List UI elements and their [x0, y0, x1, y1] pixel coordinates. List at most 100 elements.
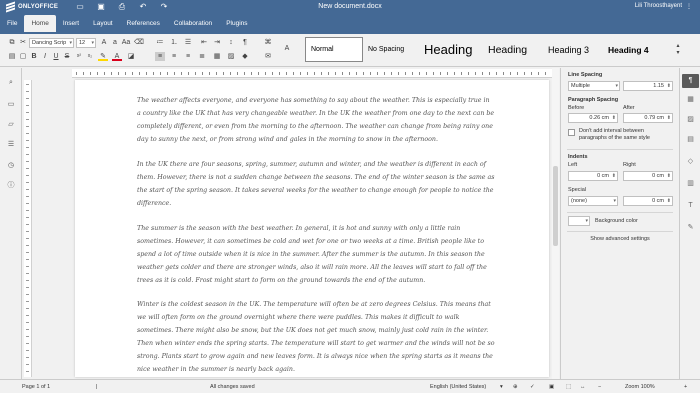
shape-settings-icon[interactable]: ◇: [685, 156, 696, 167]
decrease-indent-icon[interactable]: ⇤: [199, 38, 209, 47]
style-normal[interactable]: Normal: [305, 37, 363, 62]
tab-layout[interactable]: Layout: [86, 15, 120, 32]
line-spacing-value-input[interactable]: 1.15 ⬍: [623, 81, 673, 91]
page-prev-icon[interactable]: |: [96, 384, 97, 390]
multilevel-icon[interactable]: ☰: [183, 38, 193, 47]
text-language-icon[interactable]: ⊕: [513, 384, 518, 390]
bullets-icon[interactable]: ≔: [155, 38, 165, 47]
chat-icon[interactable]: ▱: [6, 120, 16, 130]
spacing-before-input[interactable]: 0.26 cm ⬍: [568, 113, 618, 123]
left-indent-input[interactable]: 0 cm ⬍: [568, 171, 618, 181]
special-indent-amount-input[interactable]: 0 cm ⬍: [623, 196, 673, 206]
feedback-icon[interactable]: ◷: [6, 161, 16, 171]
fit-width-icon[interactable]: ↔: [580, 384, 586, 390]
search-icon[interactable]: ⌕: [6, 78, 16, 88]
tab-insert[interactable]: Insert: [56, 15, 86, 32]
fit-page-icon[interactable]: ⬚: [566, 384, 571, 390]
strikethrough-icon[interactable]: S: [62, 52, 72, 61]
user-menu-icon[interactable]: ⋮: [686, 3, 692, 10]
zoom-out-icon[interactable]: −: [598, 384, 601, 390]
divider: [567, 149, 673, 150]
scrollbar-thumb[interactable]: [553, 166, 558, 246]
subscript-icon[interactable]: x₂: [85, 52, 95, 61]
navigation-icon[interactable]: ☰: [6, 140, 16, 150]
align-center-icon[interactable]: ≡: [169, 52, 179, 61]
page-counter[interactable]: Page 1 of 1: [22, 384, 50, 390]
background-color-picker[interactable]: ▾: [568, 216, 590, 226]
paragraph-4[interactable]: Winter is the coldest season in the UK. …: [137, 298, 495, 376]
increase-font-icon[interactable]: A: [99, 38, 109, 47]
align-left-icon[interactable]: ≡: [155, 52, 165, 61]
style-no-spacing[interactable]: No Spacing: [363, 37, 419, 62]
line-spacing-icon[interactable]: ↕: [226, 38, 236, 47]
mail-merge-icon[interactable]: ✉: [263, 52, 273, 61]
show-advanced-settings-link[interactable]: Show advanced settings: [561, 236, 679, 242]
change-case-icon[interactable]: Aa: [121, 38, 131, 47]
paragraph-2[interactable]: In the UK there are four seasons, spring…: [137, 158, 495, 210]
paste-icon[interactable]: ▤: [7, 52, 17, 61]
tab-collaboration[interactable]: Collaboration: [167, 15, 219, 32]
justify-icon[interactable]: ≣: [197, 52, 207, 61]
language-dropdown-icon[interactable]: ▾: [500, 384, 503, 390]
user-area[interactable]: Lili Throosthayent ⋮: [635, 3, 692, 10]
language-selector[interactable]: English (United States): [430, 384, 486, 390]
image-settings-icon[interactable]: ▨: [685, 114, 696, 125]
spacing-after-input[interactable]: 0.79 cm ⬍: [623, 113, 673, 123]
styles-more-icon[interactable]: ▴ ▾: [666, 42, 690, 58]
insert-image-icon[interactable]: ▨: [226, 52, 236, 61]
clear-style-icon[interactable]: ⌫: [134, 38, 144, 47]
tab-plugins[interactable]: Plugins: [219, 15, 254, 32]
decrease-font-icon[interactable]: a: [110, 38, 120, 47]
zoom-in-icon[interactable]: +: [684, 384, 687, 390]
document-page[interactable]: The weather affects everyone, and everyo…: [75, 80, 549, 377]
header-footer-icon[interactable]: ▤: [685, 134, 696, 145]
style-heading-1[interactable]: Heading: [419, 37, 483, 62]
paragraph-1[interactable]: The weather affects everyone, and everyo…: [137, 94, 495, 146]
line-spacing-type-select[interactable]: Multiple ▾: [568, 81, 620, 91]
text-art-icon[interactable]: A: [282, 44, 292, 53]
insert-table-icon[interactable]: ▦: [212, 52, 222, 61]
user-name[interactable]: Lili Throosthayent: [635, 3, 682, 10]
signature-settings-icon[interactable]: ✎: [685, 222, 696, 233]
cut-icon[interactable]: ✂: [18, 38, 28, 47]
horizontal-ruler[interactable]: [72, 69, 552, 78]
special-indent-select[interactable]: (none) ▾: [568, 196, 618, 206]
nonprinting-icon[interactable]: ¶: [240, 38, 250, 47]
chart-settings-icon[interactable]: ▥: [685, 178, 696, 189]
align-right-icon[interactable]: ≡: [183, 52, 193, 61]
paragraph-shading-icon[interactable]: ◪: [126, 52, 136, 61]
vertical-scrollbar[interactable]: [552, 68, 559, 379]
bold-icon[interactable]: B: [29, 52, 39, 61]
tab-home[interactable]: Home: [24, 15, 56, 32]
copy-icon[interactable]: ⧉: [7, 38, 17, 47]
italic-icon[interactable]: I: [40, 52, 50, 61]
font-size-select[interactable]: 12: [76, 38, 96, 48]
paragraph-settings-icon[interactable]: ¶: [682, 74, 699, 88]
highlight-icon[interactable]: ✎: [98, 52, 108, 61]
style-heading-2[interactable]: Heading: [483, 37, 543, 62]
track-changes-icon[interactable]: ▣: [549, 384, 554, 390]
tab-references[interactable]: References: [120, 15, 167, 32]
right-indent-input[interactable]: 0 cm ⬍: [623, 171, 673, 181]
table-settings-icon[interactable]: ▦: [685, 94, 696, 105]
select-all-icon[interactable]: ▢: [18, 52, 28, 61]
superscript-icon[interactable]: x²: [74, 52, 84, 61]
underline-icon[interactable]: U: [51, 52, 61, 61]
style-heading-4[interactable]: Heading 4: [603, 37, 661, 62]
spellcheck-icon[interactable]: ✓: [530, 384, 535, 390]
insert-shape-icon[interactable]: ◆: [240, 52, 250, 61]
about-icon[interactable]: ⓘ: [6, 181, 16, 191]
text-art-settings-icon[interactable]: T: [685, 200, 696, 211]
font-color-icon[interactable]: A: [112, 52, 122, 61]
paragraph-3[interactable]: The summer is the season with the best w…: [137, 222, 495, 287]
zoom-level[interactable]: Zoom 100%: [625, 384, 655, 390]
tab-file[interactable]: File: [0, 15, 24, 32]
increase-indent-icon[interactable]: ⇥: [212, 38, 222, 47]
vertical-ruler[interactable]: [24, 80, 32, 377]
dont-add-interval-checkbox[interactable]: [568, 129, 575, 136]
numbering-icon[interactable]: ⒈: [169, 38, 179, 47]
font-name-select[interactable]: Dancing Scrip: [29, 38, 74, 48]
style-heading-3[interactable]: Heading 3: [543, 37, 603, 62]
copy-style-icon[interactable]: ⌘: [263, 38, 273, 47]
comments-icon[interactable]: ▭: [6, 100, 16, 110]
